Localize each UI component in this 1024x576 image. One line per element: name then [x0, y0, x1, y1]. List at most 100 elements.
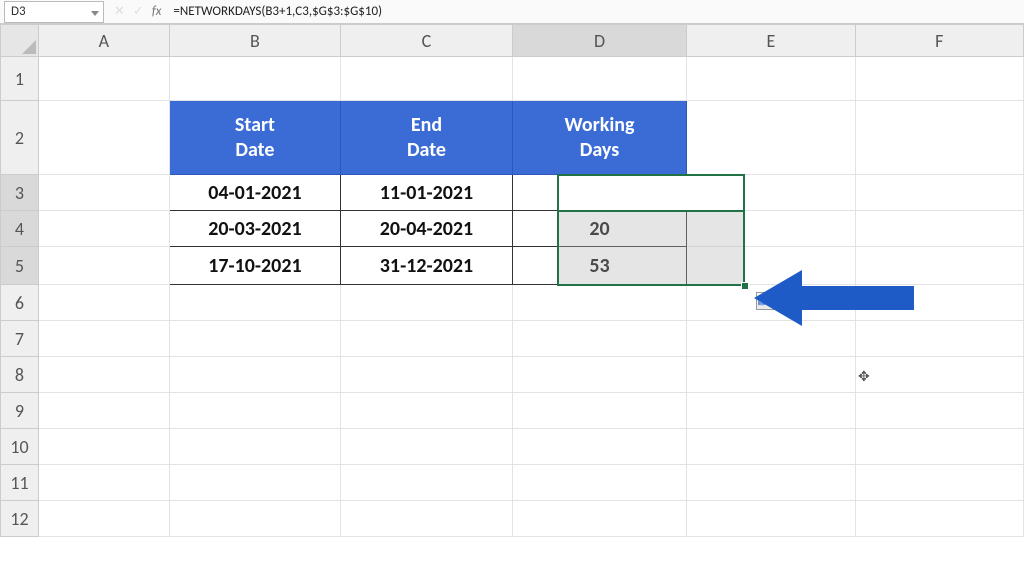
col-header-E[interactable]: E	[687, 25, 855, 57]
cell-A4[interactable]	[38, 211, 169, 247]
cell-F4[interactable]	[855, 211, 1023, 247]
fx-icon[interactable]: fx	[152, 4, 162, 19]
cell-C9[interactable]	[341, 393, 513, 429]
row-header-10[interactable]: 10	[1, 429, 39, 465]
cell-C4[interactable]: 20-04-2021	[341, 211, 513, 247]
col-header-B[interactable]: B	[169, 25, 341, 57]
row-header-8[interactable]: 8	[1, 357, 39, 393]
row-header-11[interactable]: 11	[1, 465, 39, 501]
header-start-date[interactable]: Start Date	[169, 101, 341, 175]
row-header-12[interactable]: 12	[1, 501, 39, 537]
cell-B10[interactable]	[169, 429, 341, 465]
cell-D4[interactable]: 20	[512, 211, 686, 247]
formula-input[interactable]: =NETWORKDAYS(B3+1,C3,$G$3:$G$10)	[167, 0, 1024, 23]
cancel-icon[interactable]: ✕	[114, 4, 125, 19]
cell-D5[interactable]: 53	[512, 247, 686, 285]
cell-C6[interactable]	[341, 285, 513, 321]
row-header-3[interactable]: 3	[1, 175, 39, 211]
row-header-4[interactable]: 4	[1, 211, 39, 247]
cell-A5[interactable]	[38, 247, 169, 285]
cell-C12[interactable]	[341, 501, 513, 537]
grid-table: A B C D E F 1 2 Start	[0, 24, 1024, 537]
cell-C5[interactable]: 31-12-2021	[341, 247, 513, 285]
cell-A1[interactable]	[38, 57, 169, 101]
cell-E12[interactable]	[687, 501, 855, 537]
cell-E3[interactable]	[687, 175, 855, 211]
enter-icon[interactable]: ✓	[133, 4, 144, 19]
header-end-date[interactable]: End Date	[341, 101, 513, 175]
cell-E11[interactable]	[687, 465, 855, 501]
autofill-options-button[interactable]	[756, 292, 778, 310]
cell-F6[interactable]	[855, 285, 1023, 321]
cell-F11[interactable]	[855, 465, 1023, 501]
cell-A8[interactable]	[38, 357, 169, 393]
cell-E5[interactable]	[687, 247, 855, 285]
cell-B5[interactable]: 17-10-2021	[169, 247, 341, 285]
header-working-days[interactable]: Working Days	[512, 101, 686, 175]
cell-A3[interactable]	[38, 175, 169, 211]
cell-E4[interactable]	[687, 211, 855, 247]
cell-B9[interactable]	[169, 393, 341, 429]
cell-A10[interactable]	[38, 429, 169, 465]
cell-F12[interactable]	[855, 501, 1023, 537]
cell-F9[interactable]	[855, 393, 1023, 429]
row-header-6[interactable]: 6	[1, 285, 39, 321]
col-header-F[interactable]: F	[855, 25, 1023, 57]
cell-A6[interactable]	[38, 285, 169, 321]
cell-A9[interactable]	[38, 393, 169, 429]
cell-D1[interactable]	[512, 57, 686, 101]
cell-C11[interactable]	[341, 465, 513, 501]
cell-C8[interactable]	[341, 357, 513, 393]
row-header-9[interactable]: 9	[1, 393, 39, 429]
cell-A2[interactable]	[38, 101, 169, 175]
cell-D10[interactable]	[512, 429, 686, 465]
cell-E2[interactable]	[687, 101, 855, 175]
row-header-2[interactable]: 2	[1, 101, 39, 175]
cell-B1[interactable]	[169, 57, 341, 101]
cell-D6[interactable]	[512, 285, 686, 321]
cell-E10[interactable]	[687, 429, 855, 465]
cell-D9[interactable]	[512, 393, 686, 429]
row-header-5[interactable]: 5	[1, 247, 39, 285]
select-all-corner[interactable]	[1, 25, 39, 57]
cell-A12[interactable]	[38, 501, 169, 537]
col-header-A[interactable]: A	[38, 25, 169, 57]
cell-F1[interactable]	[855, 57, 1023, 101]
cell-D11[interactable]	[512, 465, 686, 501]
cell-D12[interactable]	[512, 501, 686, 537]
formula-bar: D3 ✕ ✓ fx =NETWORKDAYS(B3+1,C3,$G$3:$G$1…	[0, 0, 1024, 24]
name-box-value: D3	[11, 4, 26, 19]
cell-E9[interactable]	[687, 393, 855, 429]
cell-F10[interactable]	[855, 429, 1023, 465]
cell-C7[interactable]	[341, 321, 513, 357]
cell-A11[interactable]	[38, 465, 169, 501]
cell-E8[interactable]	[687, 357, 855, 393]
row-header-1[interactable]: 1	[1, 57, 39, 101]
cell-F3[interactable]	[855, 175, 1023, 211]
cell-F5[interactable]	[855, 247, 1023, 285]
name-box[interactable]: D3	[4, 1, 104, 23]
cell-B11[interactable]	[169, 465, 341, 501]
row-header-7[interactable]: 7	[1, 321, 39, 357]
cell-D7[interactable]	[512, 321, 686, 357]
cell-B12[interactable]	[169, 501, 341, 537]
cell-E7[interactable]	[687, 321, 855, 357]
cell-B7[interactable]	[169, 321, 341, 357]
cell-B3[interactable]: 04-01-2021	[169, 175, 341, 211]
cell-F8[interactable]	[855, 357, 1023, 393]
cell-B6[interactable]	[169, 285, 341, 321]
cell-A7[interactable]	[38, 321, 169, 357]
cell-C10[interactable]	[341, 429, 513, 465]
cell-B4[interactable]: 20-03-2021	[169, 211, 341, 247]
fx-controls: ✕ ✓ fx	[108, 4, 167, 19]
cell-C3[interactable]: 11-01-2021	[341, 175, 513, 211]
cell-B8[interactable]	[169, 357, 341, 393]
cell-F2[interactable]	[855, 101, 1023, 175]
cell-E1[interactable]	[687, 57, 855, 101]
cell-F7[interactable]	[855, 321, 1023, 357]
col-header-C[interactable]: C	[341, 25, 513, 57]
col-header-D[interactable]: D	[512, 25, 686, 57]
cell-D3[interactable]: 5	[512, 175, 686, 211]
cell-D8[interactable]	[512, 357, 686, 393]
cell-C1[interactable]	[341, 57, 513, 101]
